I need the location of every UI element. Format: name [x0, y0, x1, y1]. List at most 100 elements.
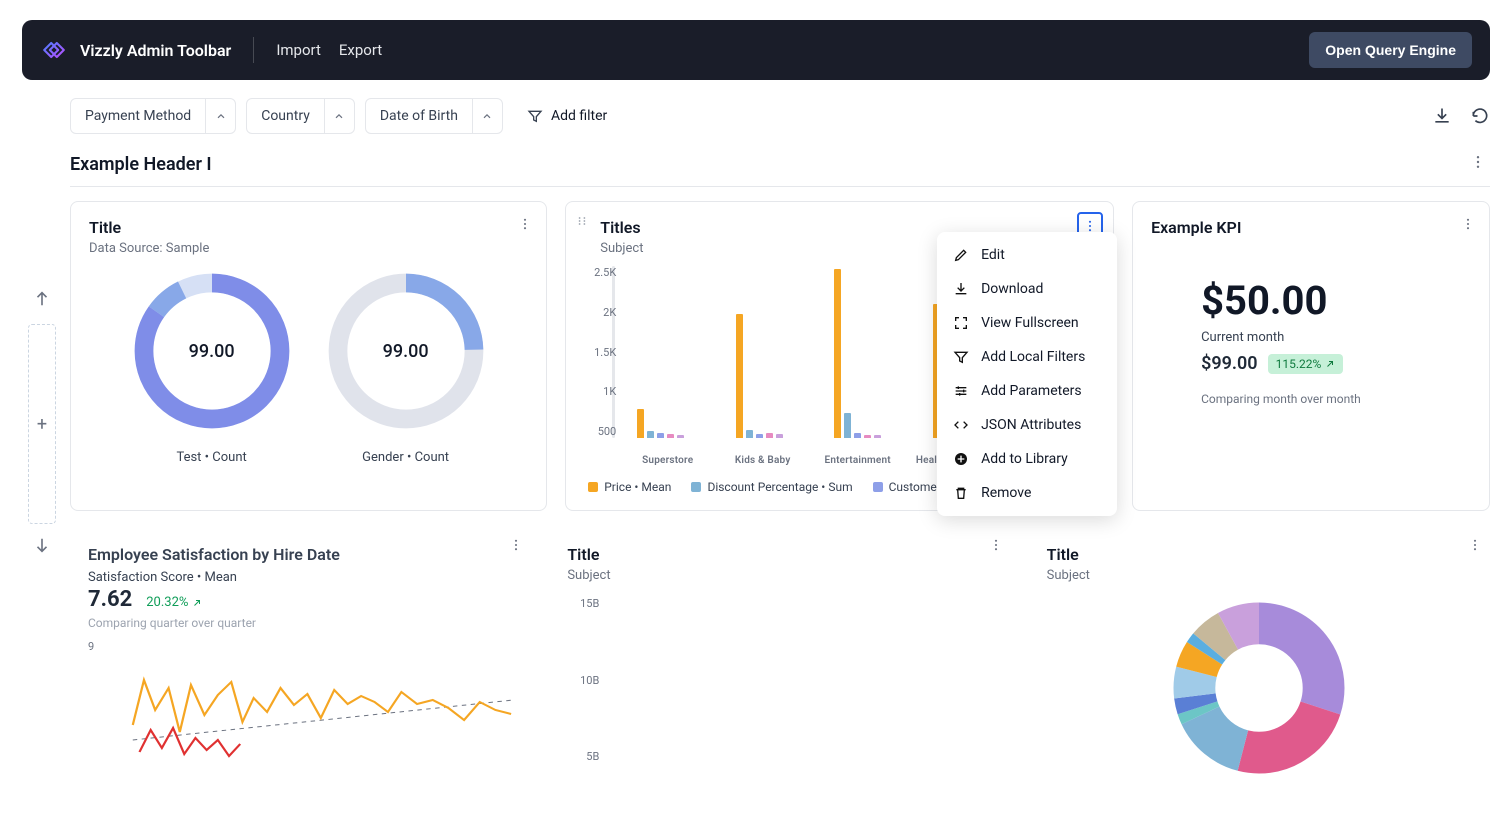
filter-label: Date of Birth [366, 108, 472, 124]
download-icon [953, 281, 969, 297]
metric-note: Comparing quarter over quarter [88, 616, 513, 630]
bar [746, 430, 753, 438]
logo-icon [40, 36, 68, 64]
card-subtitle: Subject [567, 568, 992, 583]
admin-toolbar: Vizzly Admin Toolbar Import Export Open … [22, 20, 1490, 80]
filter-payment-method[interactable]: Payment Method [70, 98, 236, 134]
filter-country[interactable]: Country [246, 98, 355, 134]
menu-edit[interactable]: Edit [937, 238, 1117, 272]
bar [647, 431, 654, 438]
logo: Vizzly Admin Toolbar [40, 36, 231, 64]
export-link[interactable]: Export [339, 41, 382, 59]
chevron-up-icon[interactable] [472, 98, 502, 134]
card-donuts: Title Data Source: Sample 99.00 Test • [70, 201, 547, 511]
y-axis: 15B 10B 5B [569, 597, 599, 763]
y-tick: 9 [88, 640, 94, 653]
move-down-icon[interactable] [33, 536, 51, 558]
card-menu-icon[interactable] [1464, 533, 1486, 560]
y-tick: 1.5K [586, 346, 616, 359]
filter-label: Payment Method [71, 108, 205, 124]
bar [854, 433, 861, 438]
arrow-up-right-icon [192, 598, 202, 608]
drag-handle-icon[interactable] [576, 212, 588, 231]
kpi-delta-badge: 115.22% [1268, 354, 1344, 374]
add-row-slot[interactable]: + [28, 324, 56, 524]
kpi-previous: $99.00 [1201, 353, 1258, 374]
legend-item: Discount Percentage • Sum [691, 480, 852, 494]
add-filter-button[interactable]: Add filter [527, 108, 607, 124]
menu-view-fullscreen[interactable]: View Fullscreen [937, 306, 1117, 340]
donut-value: 99.00 [321, 266, 491, 436]
card-title: Title [1047, 545, 1472, 564]
menu-add-local-filters[interactable]: Add Local Filters [937, 340, 1117, 374]
card-stacked: Title Subject 15B 10B 5B [549, 529, 1010, 783]
trash-icon [953, 485, 969, 501]
bar [844, 413, 851, 438]
menu-add-to-library[interactable]: Add to Library [937, 442, 1117, 476]
sparkline-chart: 9 [88, 640, 513, 760]
bar [736, 314, 743, 438]
kpi-note: Comparing month over month [1201, 392, 1471, 406]
menu-add-parameters[interactable]: Add Parameters [937, 374, 1117, 408]
plus-circle-icon [953, 451, 969, 467]
download-icon[interactable] [1432, 106, 1452, 126]
card-menu-icon[interactable] [505, 533, 527, 560]
bar [834, 269, 841, 438]
fullscreen-icon [953, 315, 969, 331]
refresh-icon[interactable] [1470, 106, 1490, 126]
toolbar-title: Vizzly Admin Toolbar [80, 41, 231, 60]
bar [756, 434, 763, 438]
metric-delta: 20.32% [146, 595, 202, 610]
bar [677, 435, 684, 438]
move-up-icon[interactable] [33, 290, 51, 312]
open-query-engine-button[interactable]: Open Query Engine [1309, 32, 1472, 68]
y-axis: 2.5K2K1.5K1K500 [586, 266, 616, 438]
bar [657, 433, 664, 439]
card-menu-icon[interactable] [1457, 212, 1479, 239]
pencil-icon [953, 247, 969, 263]
y-tick: 10B [569, 674, 599, 687]
filter-label: Country [247, 108, 324, 124]
import-link[interactable]: Import [276, 41, 321, 59]
card-subtitle: Subject [1047, 568, 1472, 583]
donut-label: Gender • Count [362, 450, 449, 465]
bar [874, 435, 881, 438]
section-menu-icon[interactable] [1466, 150, 1490, 178]
card-title: Title [89, 218, 528, 237]
chevron-up-icon[interactable] [205, 98, 235, 134]
donut-test: 99.00 Test • Count [127, 266, 297, 465]
y-tick: 500 [586, 425, 616, 438]
bar-group [620, 266, 701, 438]
y-tick: 15B [569, 597, 599, 610]
menu-download[interactable]: Download [937, 272, 1117, 306]
legend-item: Price • Mean [588, 480, 671, 494]
card-menu-popover: Edit Download View Fullscreen Add Local … [937, 232, 1117, 516]
card-menu-icon[interactable] [514, 212, 536, 239]
filter-icon [527, 108, 543, 124]
menu-remove[interactable]: Remove [937, 476, 1117, 510]
section-header: Example Header I [70, 150, 1490, 187]
card-multi-donut: Title Subject [1029, 529, 1490, 783]
chevron-up-icon[interactable] [324, 98, 354, 134]
card-bar-chart: Edit Download View Fullscreen Add Local … [565, 201, 1114, 511]
y-tick: 5B [569, 750, 599, 763]
card-menu-icon[interactable] [985, 533, 1007, 560]
bar [776, 434, 783, 438]
add-filter-label: Add filter [551, 108, 607, 124]
y-tick: 2K [586, 306, 616, 319]
bar-group [817, 266, 898, 438]
kpi-current-label: Current month [1201, 330, 1471, 345]
card-title: Title [567, 545, 992, 564]
filter-date-of-birth[interactable]: Date of Birth [365, 98, 503, 134]
code-icon [953, 417, 969, 433]
menu-json-attributes[interactable]: JSON Attributes [937, 408, 1117, 442]
toolbar-divider [253, 37, 254, 63]
y-tick: 1K [586, 385, 616, 398]
arrow-up-right-icon [1325, 359, 1335, 369]
card-subtitle: Data Source: Sample [89, 241, 528, 256]
metric-label: Satisfaction Score • Mean [88, 570, 513, 585]
filters-row: Payment Method Country Date of Birth Add… [22, 80, 1490, 150]
donut-gender: 99.00 Gender • Count [321, 266, 491, 465]
donut-label: Test • Count [176, 450, 246, 465]
metric-value: 7.62 [88, 587, 132, 612]
